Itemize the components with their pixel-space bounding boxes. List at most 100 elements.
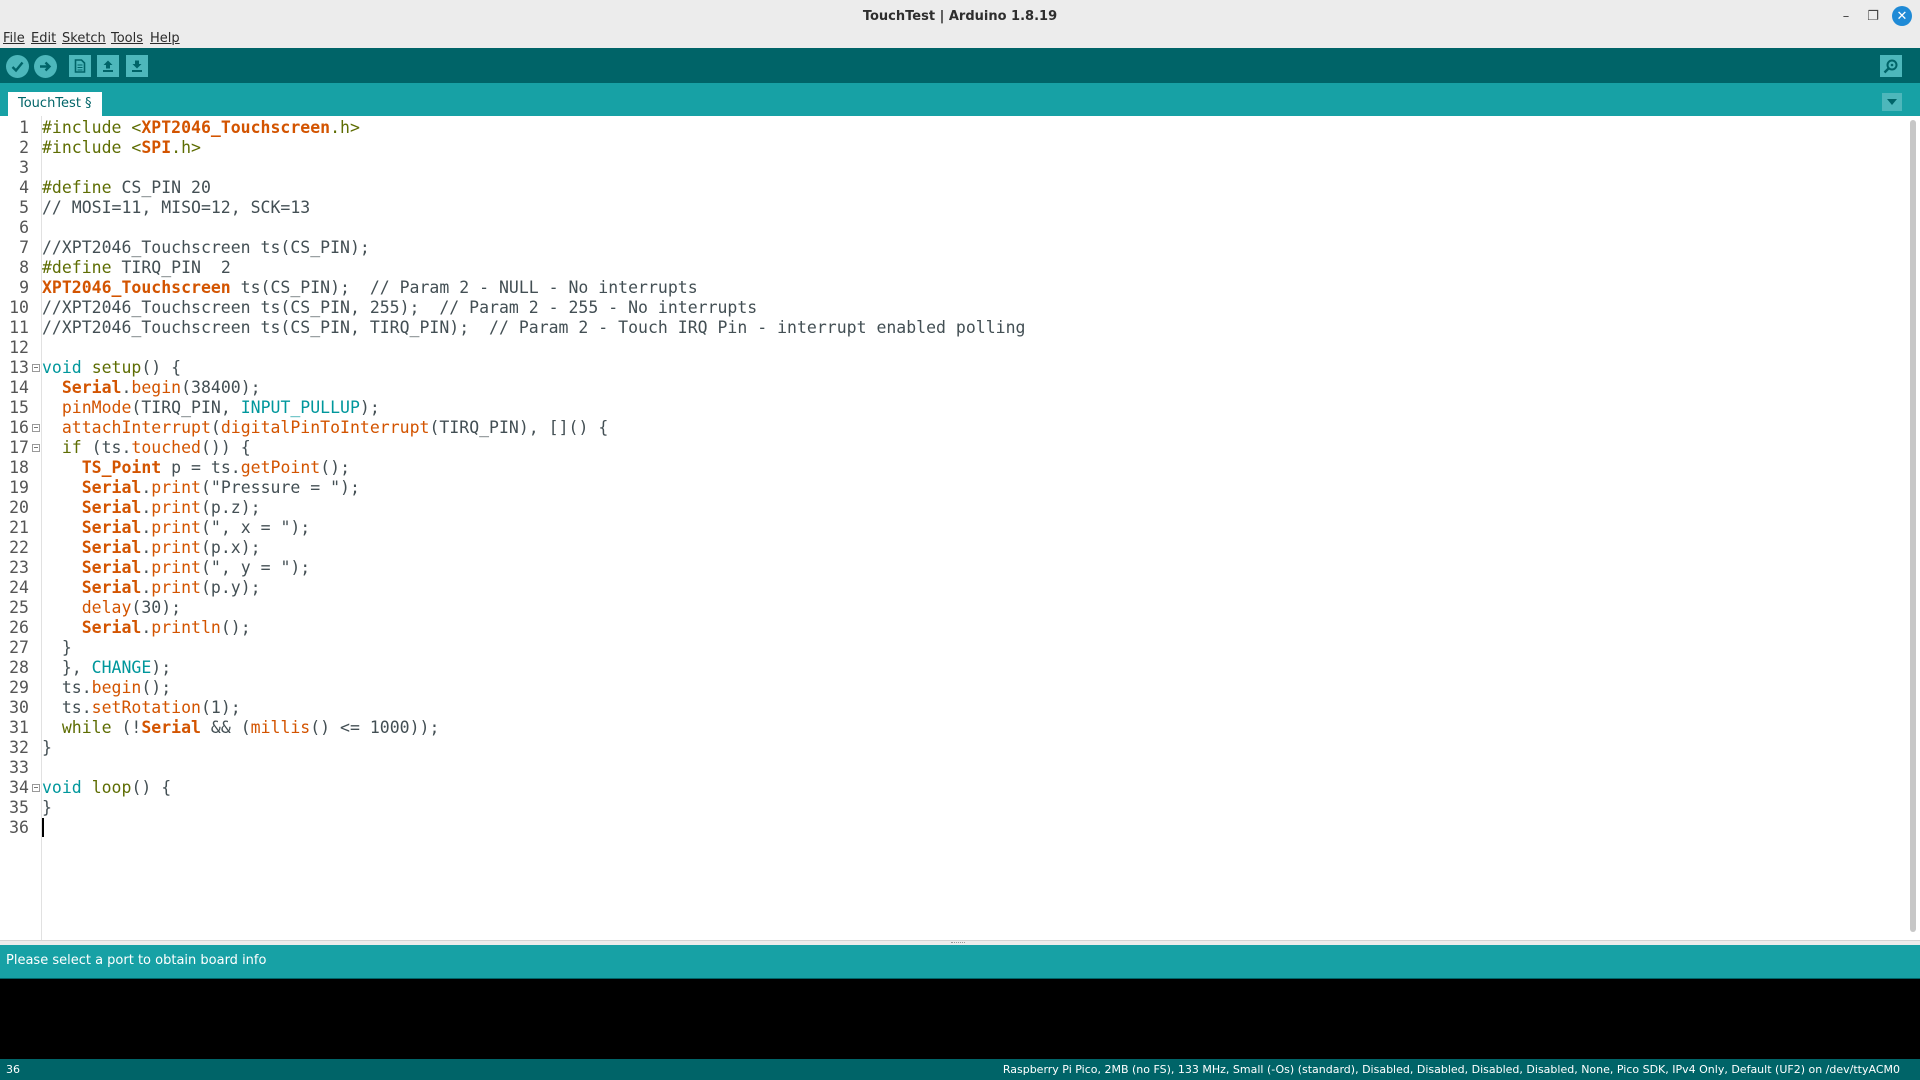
open-icon[interactable] (97, 55, 119, 77)
code-token: attachInterrupt (61, 418, 211, 437)
new-icon[interactable] (69, 55, 91, 77)
tab-menu-chevron-down-icon[interactable] (1882, 93, 1902, 111)
maximize-icon[interactable]: ❐ (1863, 6, 1883, 26)
vertical-scrollbar[interactable] (1910, 120, 1916, 932)
fold-toggle-icon[interactable] (32, 364, 40, 372)
code-token: && ( (200, 718, 251, 737)
code-line[interactable]: #define TIRQ_PIN 2 (42, 258, 231, 278)
menu-bar: File Edit Sketch Tools Help (0, 31, 1920, 48)
code-line[interactable]: } (42, 738, 52, 758)
code-line[interactable]: ts.begin(); (42, 678, 171, 698)
line-number: 13 (9, 358, 29, 377)
menu-file[interactable]: File (3, 31, 25, 46)
code-line[interactable]: while (!Serial && (millis() <= 1000)); (42, 718, 440, 738)
code-token: #define (42, 258, 112, 277)
code-token: . (141, 518, 152, 537)
code-token: //XPT2046_Touchscreen ts(CS_PIN, 255); /… (42, 298, 758, 317)
code-line[interactable]: }, CHANGE); (42, 658, 171, 678)
code-line[interactable]: //XPT2046_Touchscreen ts(CS_PIN, TIRQ_PI… (42, 318, 1025, 338)
upload-icon[interactable] (34, 55, 57, 78)
code-token: . (141, 578, 152, 597)
code-line[interactable]: attachInterrupt(digitalPinToInterrupt(TI… (42, 418, 608, 438)
code-editor[interactable]: 1 2 3 4 5 6 7 8 9 10 11 12 13 14 15 16 17 18 19 20 21 22 23 24 2… (0, 116, 1920, 940)
code-line[interactable]: //XPT2046_Touchscreen ts(CS_PIN, 255); /… (42, 298, 757, 318)
code-line[interactable]: Serial.print("Pressure = "); (42, 478, 360, 498)
code-token: . (141, 478, 152, 497)
code-token: print (151, 538, 201, 557)
close-icon[interactable]: ✕ (1892, 6, 1912, 26)
window-title-bar: TouchTest | Arduino 1.8.19 – ❐ ✕ (0, 0, 1920, 33)
code-line[interactable]: Serial.print(p.y); (42, 578, 261, 598)
code-token: . (141, 558, 152, 577)
verify-icon[interactable] (6, 55, 29, 78)
code-token: () { (131, 778, 172, 797)
code-line[interactable]: Serial.print(", y = "); (42, 558, 311, 578)
code-token: ts. (42, 678, 92, 697)
line-number: 23 (9, 558, 29, 577)
line-number: 32 (9, 738, 29, 757)
code-line[interactable]: TS_Point p = ts.getPoint(); (42, 458, 350, 478)
code-line[interactable]: // MOSI=11, MISO=12, SCK=13 (42, 198, 310, 218)
code-token: (p.x); (200, 538, 261, 557)
code-token: //XPT2046_Touchscreen ts(CS_PIN); (42, 238, 370, 257)
menu-sketch[interactable]: Sketch (62, 31, 106, 46)
code-token: (p.y); (200, 578, 261, 597)
line-number: 17 (9, 438, 29, 457)
console-output[interactable] (0, 978, 1920, 1060)
code-token: while (61, 718, 112, 737)
code-line[interactable]: if (ts.touched()) { (42, 438, 251, 458)
code-token: Serial (81, 618, 142, 637)
code-line[interactable]: //XPT2046_Touchscreen ts(CS_PIN); (42, 238, 370, 258)
tab-touchtest[interactable]: TouchTest § (8, 92, 102, 116)
line-number: 34 (9, 778, 29, 797)
code-token: CS_PIN 20 (111, 178, 211, 197)
line-number: 21 (9, 518, 29, 537)
code-token: ( (210, 418, 221, 437)
code-line[interactable]: Serial.print(", x = "); (42, 518, 311, 538)
code-line[interactable]: Serial.begin(38400); (42, 378, 261, 398)
fold-toggle-icon[interactable] (32, 784, 40, 792)
code-token: Serial (61, 378, 122, 397)
code-line[interactable]: pinMode(TIRQ_PIN, INPUT_PULLUP); (42, 398, 380, 418)
serial-monitor-icon[interactable] (1880, 55, 1902, 77)
menu-help[interactable]: Help (150, 31, 180, 46)
code-line[interactable]: Serial.println(); (42, 618, 251, 638)
code-token: touched (131, 438, 201, 457)
fold-toggle-icon[interactable] (32, 444, 40, 452)
menu-tools[interactable]: Tools (111, 31, 143, 46)
code-line[interactable]: delay(30); (42, 598, 181, 618)
code-token: } (42, 638, 72, 657)
code-line[interactable]: #define CS_PIN 20 (42, 178, 211, 198)
code-line[interactable]: void loop() { (42, 778, 171, 798)
code-token: Serial (81, 538, 142, 557)
minimize-icon[interactable]: – (1836, 6, 1856, 26)
line-number: 33 (9, 758, 29, 777)
code-line[interactable]: void setup() { (42, 358, 181, 378)
line-number: 3 (19, 158, 29, 177)
code-line[interactable]: #include <SPI.h> (42, 138, 201, 158)
fold-toggle-icon[interactable] (32, 424, 40, 432)
code-token: (! (111, 718, 142, 737)
bottom-status-bar: 36 Raspberry Pi Pico, 2MB (no FS), 133 M… (0, 1059, 1920, 1080)
code-token: () <= 1000)); (310, 718, 440, 737)
code-line[interactable]: XPT2046_Touchscreen ts(CS_PIN); // Param… (42, 278, 698, 298)
code-line[interactable]: } (42, 638, 72, 658)
code-line[interactable]: } (42, 798, 52, 818)
code-line[interactable]: ts.setRotation(1); (42, 698, 241, 718)
code-token: ()) { (200, 438, 251, 457)
line-number: 4 (19, 178, 29, 197)
menu-edit[interactable]: Edit (31, 31, 56, 46)
code-token: (TIRQ_PIN), []() { (429, 418, 609, 437)
line-number: 1 (19, 118, 29, 137)
save-icon[interactable] (126, 55, 148, 77)
code-token: begin (91, 678, 142, 697)
code-line[interactable]: #include <XPT2046_Touchscreen.h> (42, 118, 360, 138)
code-line[interactable]: Serial.print(p.z); (42, 498, 261, 518)
code-token: (", x = "); (200, 518, 311, 537)
code-line[interactable]: Serial.print(p.x); (42, 538, 261, 558)
